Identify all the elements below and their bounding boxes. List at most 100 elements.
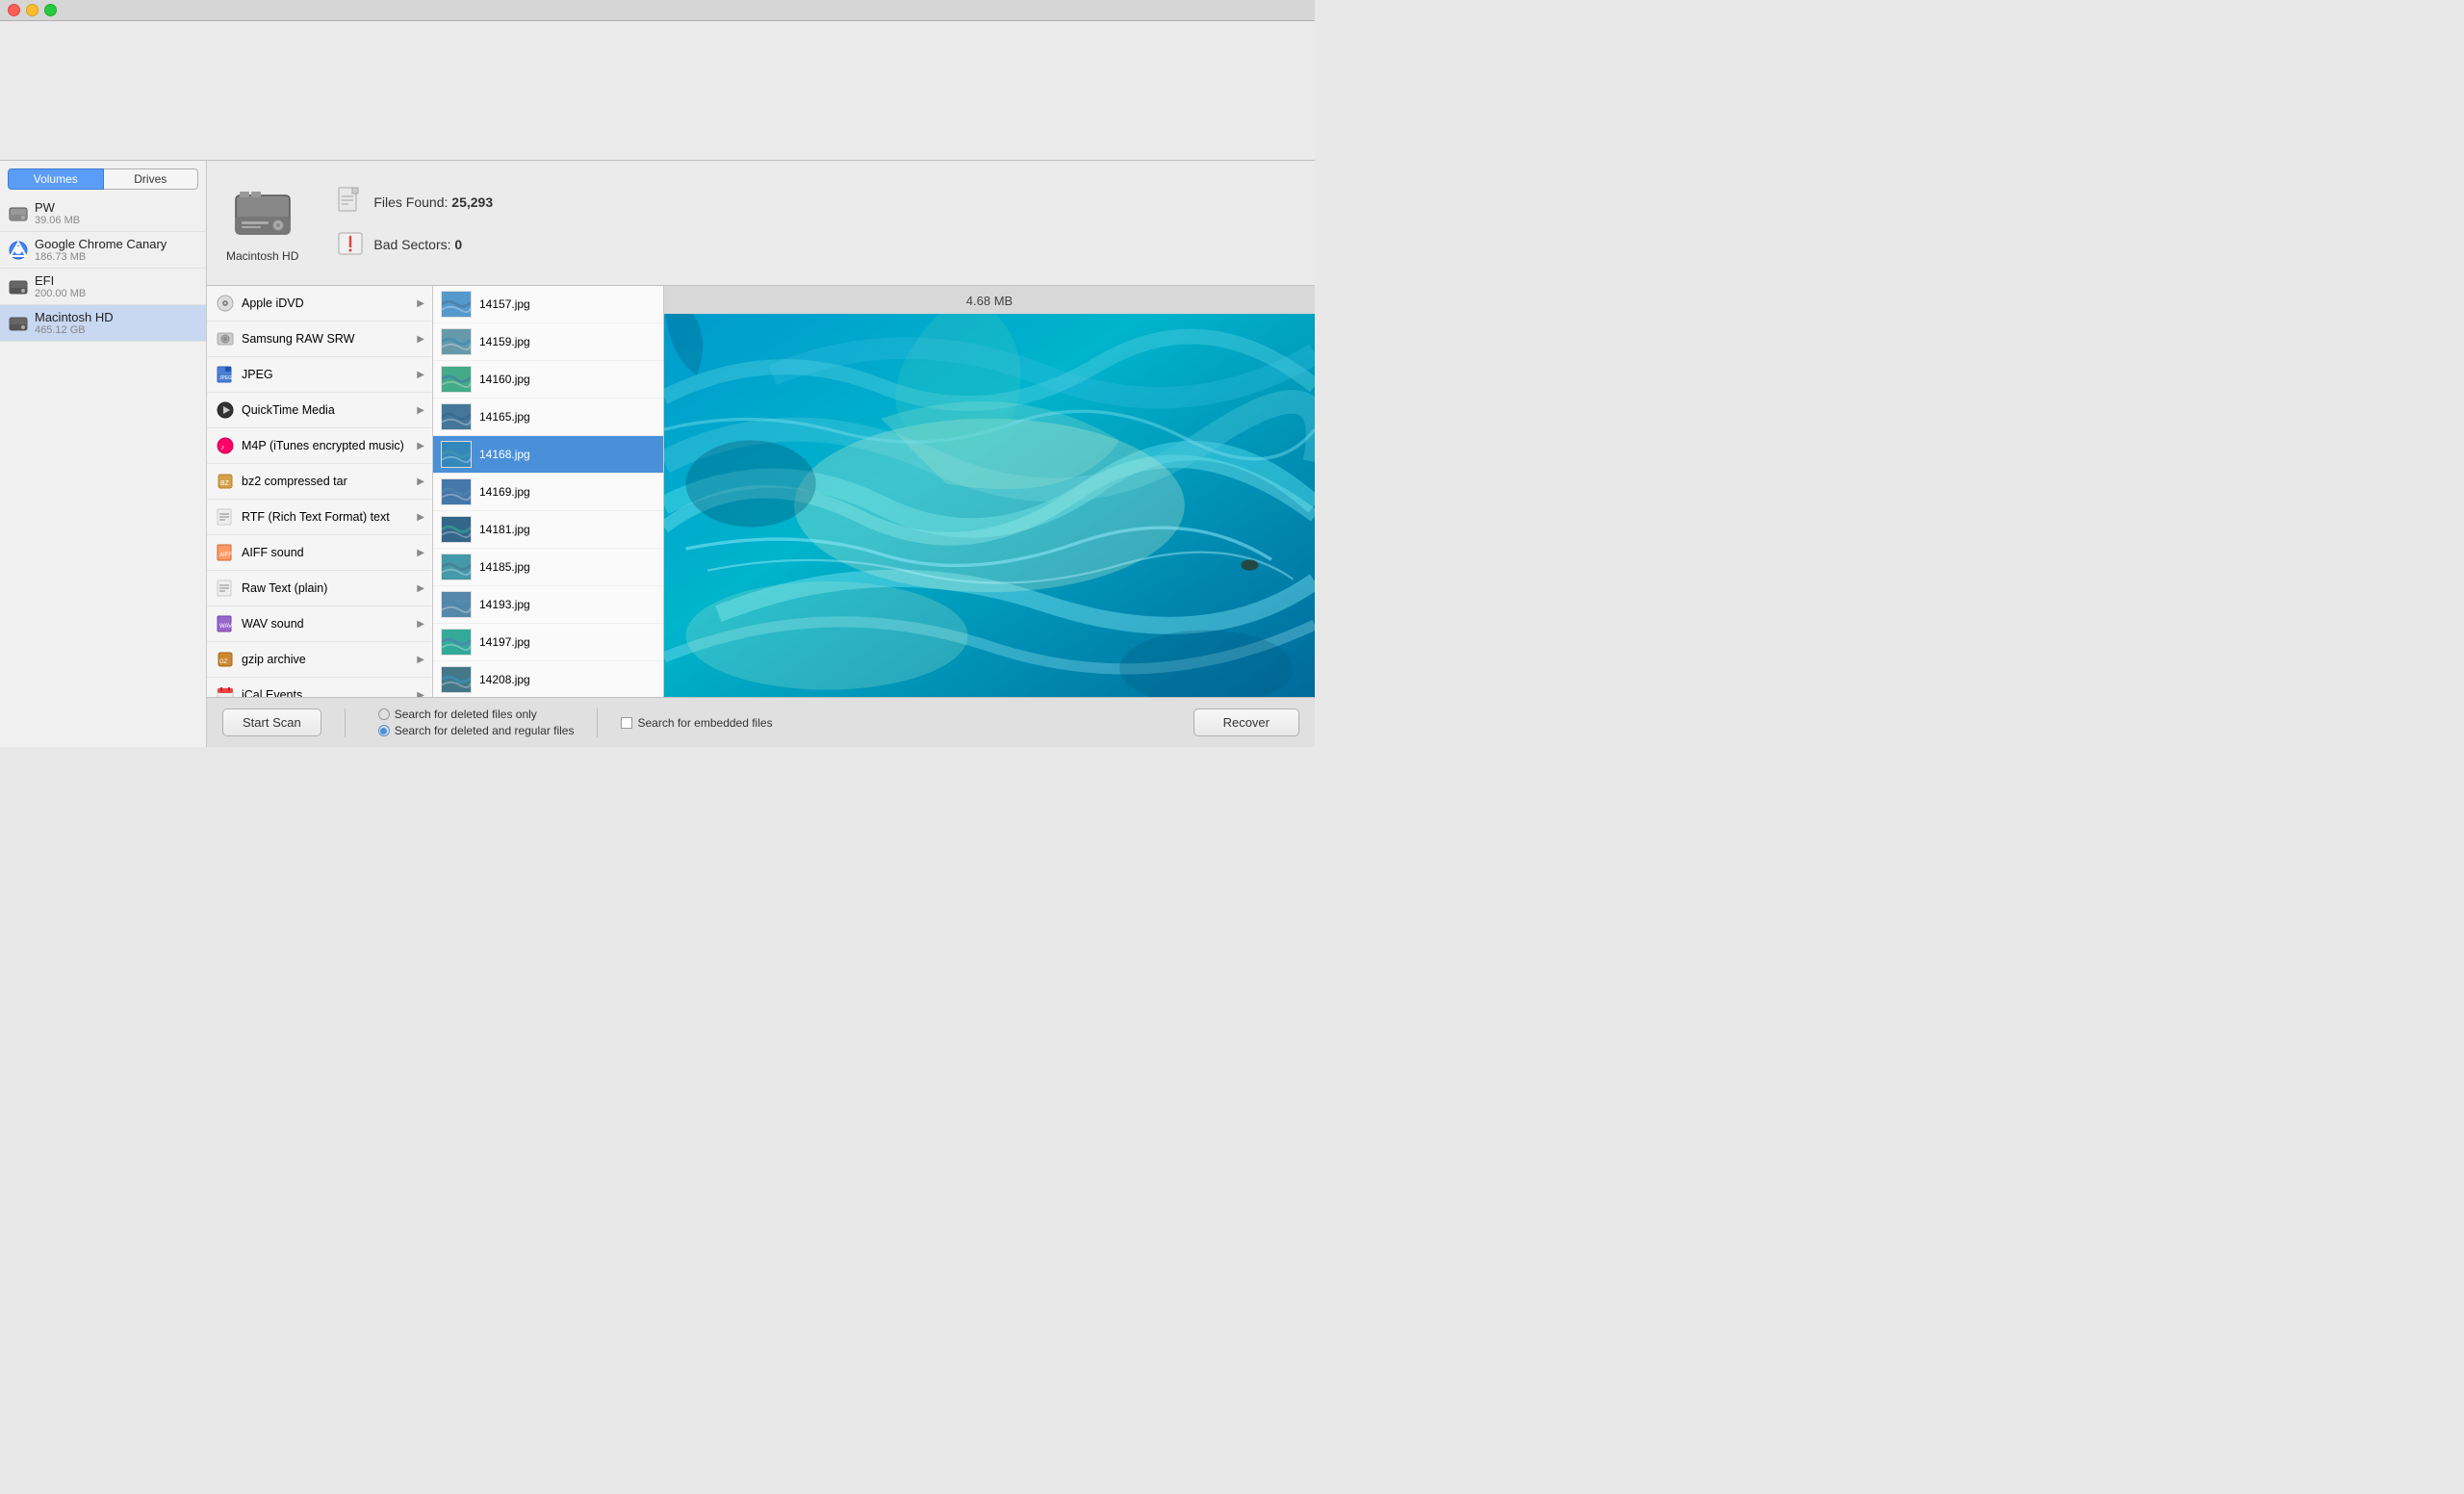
preview-size: 4.68 MB — [966, 294, 1013, 308]
bad-sectors-row: Bad Sectors: 0 — [337, 229, 493, 260]
content-area: Volumes Drives PW 39.06 MB Google Chrome… — [0, 161, 1315, 747]
files-found-row: Files Found: 25,293 — [337, 187, 493, 218]
category-item-8[interactable]: Raw Text (plain) ▶ — [207, 571, 432, 606]
category-item-0[interactable]: Apple iDVD ▶ — [207, 286, 432, 322]
bad-sectors-value: 0 — [454, 237, 462, 252]
category-name: Samsung RAW SRW — [242, 332, 411, 346]
svg-text:GZ: GZ — [219, 659, 228, 665]
main-container: Volumes Drives PW 39.06 MB Google Chrome… — [0, 21, 1315, 747]
category-item-6[interactable]: RTF (Rich Text Format) text ▶ — [207, 500, 432, 535]
category-icon — [215, 293, 236, 314]
category-name: M4P (iTunes encrypted music) — [242, 439, 411, 452]
files-found-icon — [337, 187, 364, 218]
search-options: Search for deleted files only Search for… — [378, 708, 575, 737]
category-icon — [215, 506, 236, 528]
separator — [345, 708, 346, 737]
drives-tab[interactable]: Drives — [104, 168, 199, 190]
recover-button[interactable]: Recover — [1194, 708, 1299, 736]
category-item-2[interactable]: JPEG JPEG ▶ — [207, 357, 432, 393]
category-icon: BZ — [215, 471, 236, 492]
category-item-11[interactable]: iCal Events ▶ — [207, 678, 432, 697]
file-item-14208.jpg[interactable]: 14208.jpg — [433, 661, 663, 697]
sidebar-item-size: 186.73 MB — [35, 251, 198, 263]
file-item-14160.jpg[interactable]: 14160.jpg — [433, 361, 663, 399]
category-item-9[interactable]: WAV WAV sound ▶ — [207, 606, 432, 642]
chevron-right-icon: ▶ — [417, 583, 424, 594]
preview-image — [664, 314, 1315, 697]
category-item-7[interactable]: AIFF AIFF sound ▶ — [207, 535, 432, 571]
titlebar — [0, 0, 1315, 21]
file-thumbnail — [441, 666, 472, 693]
category-icon: AIFF — [215, 542, 236, 563]
search-deleted-only-label: Search for deleted files only — [395, 708, 537, 721]
category-item-1[interactable]: Samsung RAW SRW ▶ — [207, 322, 432, 357]
category-item-4[interactable]: ♪ M4P (iTunes encrypted music) ▶ — [207, 428, 432, 464]
sidebar-item-info: EFI 200.00 MB — [35, 273, 198, 299]
search-deleted-regular-label: Search for deleted and regular files — [395, 724, 575, 737]
category-name: JPEG — [242, 368, 411, 381]
search-deleted-only-option[interactable]: Search for deleted files only — [378, 708, 575, 721]
close-button[interactable] — [8, 4, 20, 16]
file-item-14193.jpg[interactable]: 14193.jpg — [433, 586, 663, 624]
category-item-10[interactable]: GZ gzip archive ▶ — [207, 642, 432, 678]
chevron-right-icon: ▶ — [417, 619, 424, 630]
chevron-right-icon: ▶ — [417, 655, 424, 665]
radio-deleted-only[interactable] — [378, 708, 390, 720]
radio-deleted-regular[interactable] — [378, 725, 390, 736]
file-item-14168.jpg[interactable]: 14168.jpg — [433, 436, 663, 474]
file-item-14165.jpg[interactable]: 14165.jpg — [433, 399, 663, 436]
search-embedded-label: Search for embedded files — [637, 716, 772, 730]
chevron-right-icon: ▶ — [417, 298, 424, 309]
category-icon: JPEG — [215, 364, 236, 385]
sidebar-drive-icon — [8, 313, 29, 334]
file-name: 14193.jpg — [479, 598, 530, 611]
chevron-right-icon: ▶ — [417, 370, 424, 380]
file-thumbnail — [441, 441, 472, 468]
chevron-right-icon: ▶ — [417, 405, 424, 416]
category-item-5[interactable]: BZ bz2 compressed tar ▶ — [207, 464, 432, 500]
svg-text:♪: ♪ — [220, 443, 224, 451]
sidebar-item-size: 39.06 MB — [35, 215, 198, 226]
file-thumbnail — [441, 478, 472, 505]
search-embedded-option[interactable]: Search for embedded files — [621, 716, 772, 730]
file-name: 14160.jpg — [479, 373, 530, 386]
file-item-14157.jpg[interactable]: 14157.jpg — [433, 286, 663, 323]
drive-display: Macintosh HD — [226, 184, 298, 263]
bad-sectors-label: Bad Sectors: 0 — [373, 237, 462, 252]
file-thumbnail — [441, 629, 472, 656]
hdd-icon — [232, 184, 294, 245]
svg-text:JPEG: JPEG — [219, 375, 232, 381]
sidebar-item-macintosh-hd[interactable]: Macintosh HD 465.12 GB — [0, 305, 206, 342]
svg-text:WAV: WAV — [219, 624, 232, 630]
volumes-tab[interactable]: Volumes — [8, 168, 104, 190]
file-name: 14157.jpg — [479, 297, 530, 311]
sidebar-item-efi[interactable]: EFI 200.00 MB — [0, 269, 206, 305]
file-name: 14159.jpg — [479, 335, 530, 348]
file-thumbnail — [441, 554, 472, 580]
chevron-right-icon: ▶ — [417, 334, 424, 345]
sidebar-item-size: 200.00 MB — [35, 288, 198, 299]
sidebar-item-pw[interactable]: PW 39.06 MB — [0, 195, 206, 232]
file-item-14159.jpg[interactable]: 14159.jpg — [433, 323, 663, 361]
file-name: 14208.jpg — [479, 673, 530, 686]
file-thumbnail — [441, 366, 472, 393]
search-deleted-regular-option[interactable]: Search for deleted and regular files — [378, 724, 575, 737]
file-item-14197.jpg[interactable]: 14197.jpg — [433, 624, 663, 661]
svg-text:BZ: BZ — [220, 480, 230, 487]
checkbox-embedded[interactable] — [621, 717, 632, 729]
file-item-14185.jpg[interactable]: 14185.jpg — [433, 549, 663, 586]
minimize-button[interactable] — [26, 4, 38, 16]
maximize-button[interactable] — [44, 4, 57, 16]
sidebar-tabs: Volumes Drives — [0, 161, 206, 195]
category-item-3[interactable]: QuickTime Media ▶ — [207, 393, 432, 428]
file-name: 14181.jpg — [479, 523, 530, 536]
file-item-14169.jpg[interactable]: 14169.jpg — [433, 474, 663, 511]
category-icon: ♪ — [215, 435, 236, 456]
file-item-14181.jpg[interactable]: 14181.jpg — [433, 511, 663, 549]
category-icon — [215, 328, 236, 349]
start-scan-button[interactable]: Start Scan — [222, 708, 321, 736]
sidebar-item-google-chrome-canary[interactable]: Google Chrome Canary 186.73 MB — [0, 232, 206, 269]
category-name: gzip archive — [242, 653, 411, 666]
category-name: RTF (Rich Text Format) text — [242, 510, 411, 524]
category-name: Raw Text (plain) — [242, 581, 411, 595]
